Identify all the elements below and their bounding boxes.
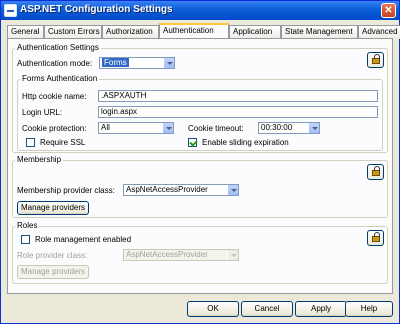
cookie-name-input[interactable]: .ASPXAUTH <box>98 90 378 102</box>
auth-settings-label: Authentication Settings <box>15 43 101 52</box>
tab-general[interactable]: General <box>7 25 44 39</box>
auth-mode-label: Authentication mode: <box>17 59 93 68</box>
lock-icon <box>372 166 380 176</box>
cancel-button[interactable]: Cancel <box>241 301 293 317</box>
membership-provider-select[interactable]: AspNetAccessProvider <box>123 184 239 196</box>
membership-group: Membership Membership provider class: As… <box>12 155 388 218</box>
require-ssl-label: Require SSL <box>40 138 86 147</box>
tab-page: Authentication Settings Authentication m… <box>7 38 393 294</box>
tab-application[interactable]: Application <box>229 25 281 39</box>
cookie-protection-value: All <box>101 123 110 132</box>
role-provider-select[interactable]: AspNetAccessProvider <box>123 249 239 261</box>
chevron-down-icon <box>227 185 238 195</box>
role-provider-label: Role provider class: <box>17 251 88 260</box>
tab-custom-errors[interactable]: Custom Errors <box>44 25 102 39</box>
help-button[interactable]: Help <box>345 301 393 317</box>
lock-roles-button[interactable] <box>367 230 384 246</box>
cookie-protection-select[interactable]: All <box>98 122 174 134</box>
window-title: ASP.NET Configuration Settings <box>20 4 173 15</box>
title-bar[interactable]: ASP.NET Configuration Settings ✕ <box>1 1 399 20</box>
role-management-checkbox[interactable] <box>21 235 30 244</box>
tab-advanced[interactable]: Advanced <box>358 25 400 39</box>
cookie-timeout-select[interactable]: 00:30:00 <box>258 122 320 134</box>
role-management-label: Role management enabled <box>35 235 132 244</box>
auth-settings-group: Authentication Settings Authentication m… <box>12 43 388 153</box>
lock-icon <box>372 54 380 64</box>
cookie-timeout-label: Cookie timeout: <box>188 124 244 133</box>
tab-state-management[interactable]: State Management <box>281 25 358 39</box>
cookie-timeout-value: 00:30:00 <box>261 123 293 132</box>
chevron-down-icon <box>162 123 173 133</box>
auth-mode-value: Forms <box>102 58 129 67</box>
cookie-name-label: Http cookie name: <box>22 92 87 101</box>
sliding-expiration-label: Enable sliding expiration <box>202 138 289 147</box>
chevron-down-icon <box>163 58 174 68</box>
membership-provider-value: AspNetAccessProvider <box>126 185 208 194</box>
lock-icon <box>372 232 380 242</box>
chevron-down-icon <box>308 123 319 133</box>
lock-membership-button[interactable] <box>367 164 384 180</box>
ok-button[interactable]: OK <box>187 301 239 317</box>
roles-group: Roles Role management enabled Role provi… <box>12 221 388 284</box>
cookie-protection-label: Cookie protection: <box>22 124 87 133</box>
roles-label: Roles <box>15 221 40 230</box>
login-url-label: Login URL: <box>22 108 63 117</box>
sliding-expiration-checkbox[interactable] <box>188 138 197 147</box>
tab-authorization[interactable]: Authorization <box>102 25 159 39</box>
apply-button[interactable]: Apply <box>295 301 347 317</box>
auth-mode-select[interactable]: Forms <box>99 57 175 69</box>
role-provider-value: AspNetAccessProvider <box>126 250 208 259</box>
forms-auth-group: Forms Authentication Http cookie name: .… <box>17 74 383 151</box>
membership-label: Membership <box>15 155 64 164</box>
require-ssl-checkbox[interactable] <box>26 138 35 147</box>
close-button[interactable]: ✕ <box>381 3 396 18</box>
forms-auth-label: Forms Authentication <box>20 74 100 83</box>
membership-manage-providers-button[interactable]: Manage providers <box>17 201 89 215</box>
app-icon <box>4 4 17 17</box>
login-url-input[interactable]: login.aspx <box>98 106 378 118</box>
membership-provider-label: Membership provider class: <box>17 186 115 195</box>
chevron-down-icon <box>227 250 238 260</box>
lock-auth-button[interactable] <box>367 52 384 68</box>
config-dialog: ASP.NET Configuration Settings ✕ General… <box>0 0 400 324</box>
roles-manage-providers-button[interactable]: Manage providers <box>17 265 89 279</box>
